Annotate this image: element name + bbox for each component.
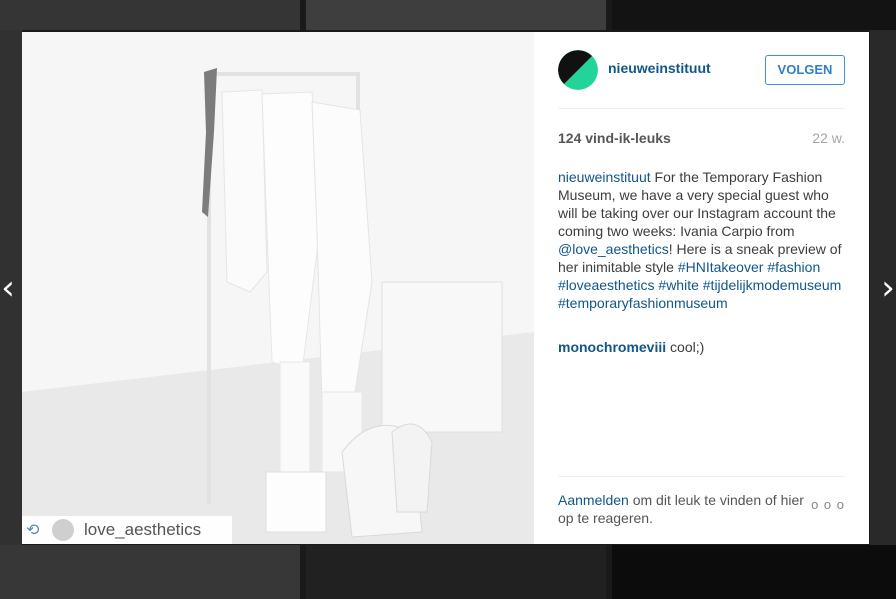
comment-text: cool;) (666, 339, 705, 355)
post-caption: nieuweinstituut For the Temporary Fashio… (558, 168, 848, 312)
author-avatar[interactable] (558, 50, 598, 90)
hashtag-link[interactable]: #HNItakeover (678, 259, 764, 275)
login-prompt: Aanmelden om dit leuk te vinden of hier … (558, 491, 808, 527)
more-options-icon[interactable]: o o o (811, 497, 845, 512)
follow-button[interactable]: VOLGEN (765, 55, 845, 85)
post-age[interactable]: 22 w. (812, 130, 845, 146)
hashtag-link[interactable]: #temporaryfashionmuseum (558, 295, 728, 311)
mention-link[interactable]: @love_aesthetics (558, 241, 669, 257)
post-sidebar: nieuweinstituut VOLGEN 124 vind-ik-leuks… (534, 32, 869, 544)
nieuweinstituut-logo-icon (558, 50, 598, 90)
next-arrow-icon[interactable]: › (876, 270, 896, 306)
post-header: nieuweinstituut VOLGEN (558, 50, 845, 109)
hashtag-link[interactable]: #fashion (767, 259, 820, 275)
repost-badge: ⟲ love_aesthetics (22, 516, 232, 544)
repost-avatar (52, 519, 74, 541)
hashtag-link[interactable]: #white (658, 277, 698, 293)
author-username-link[interactable]: nieuweinstituut (608, 60, 711, 76)
post-footer: Aanmelden om dit leuk te vinden of hier … (558, 476, 845, 529)
repost-username: love_aesthetics (84, 520, 202, 539)
hashtag-link[interactable]: #tijdelijkmodemuseum (703, 277, 842, 293)
clothing-rack-photo (22, 32, 534, 544)
comment-username-link[interactable]: monochromeviii (558, 339, 666, 355)
repost-icon: ⟲ (26, 520, 40, 539)
post-photo[interactable]: ⟲ love_aesthetics (22, 32, 534, 544)
hashtag-link[interactable]: #loveaesthetics (558, 277, 655, 293)
login-link[interactable]: Aanmelden (558, 492, 629, 508)
caption-username-link[interactable]: nieuweinstituut (558, 169, 651, 185)
comment: monochromeviii cool;) (558, 338, 848, 356)
like-count[interactable]: 124 vind-ik-leuks (558, 130, 671, 146)
previous-arrow-icon[interactable]: ‹ (0, 270, 20, 306)
post-modal: ⟲ love_aesthetics nieuweinstituut VOLGEN… (22, 32, 869, 544)
